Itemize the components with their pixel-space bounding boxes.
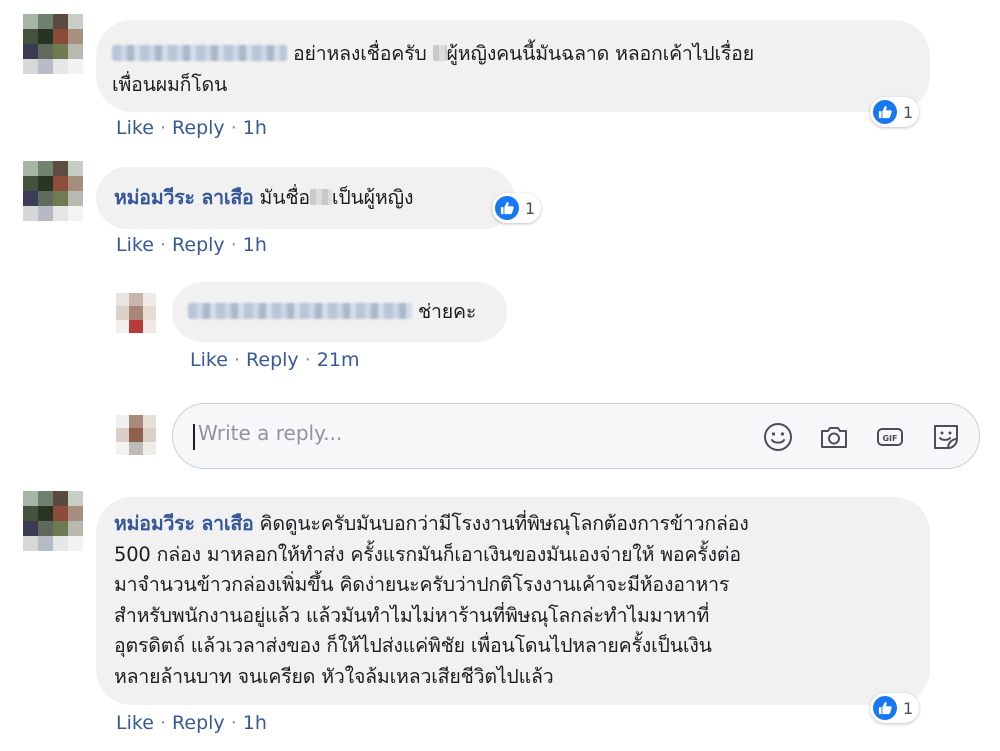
comment-text: เพื่อนผมก็โดน xyxy=(112,73,228,96)
like-link[interactable]: Like xyxy=(190,349,228,371)
like-reaction-icon xyxy=(495,196,519,220)
comment-text: มันชื่อ xyxy=(259,186,311,209)
comment-actions: Like · Reply · 21m xyxy=(190,349,360,371)
comment-actions: Like · Reply · 1h xyxy=(116,117,267,139)
comment-bubble: หม่อมวีระ ลาเสือ คิดดูนะครับมันบอกว่ามีโ… xyxy=(96,497,930,705)
redacted-author-name xyxy=(188,302,412,319)
text-cursor xyxy=(193,424,195,450)
like-link[interactable]: Like xyxy=(116,234,154,256)
like-link[interactable]: Like xyxy=(116,117,154,139)
avatar[interactable] xyxy=(23,161,83,221)
reply-placeholder: Write a reply... xyxy=(198,421,343,445)
avatar[interactable] xyxy=(23,14,83,74)
redacted-author-name xyxy=(112,44,287,61)
comment-actions: Like · Reply · 1h xyxy=(116,234,267,256)
gif-icon[interactable]: GIF xyxy=(873,420,907,454)
reaction-count[interactable]: 1 xyxy=(492,193,542,223)
reply-text: ช่ายคะ xyxy=(418,300,477,323)
avatar[interactable] xyxy=(23,491,83,551)
comment-text: เป็นผู้หญิง xyxy=(331,186,414,209)
comment-text-line: อุตรดิตถ์ แล้วเวลาส่งของ ก็ให้ไปส่งแค่พิ… xyxy=(114,634,712,657)
comment-text-line: มาจำนวนข้าวกล่องเพิ่มขึ้น คิดง่ายนะครับว… xyxy=(114,573,730,596)
camera-icon[interactable] xyxy=(817,420,851,454)
comment-text-line: สำหรับพนักงานอยู่แล้ว แล้วมันทำไมไม่หาร้… xyxy=(114,603,710,627)
author-name[interactable]: หม่อมวีระ ลาเสือ xyxy=(114,186,254,209)
comment-text-line: คิดดูนะครับมันบอกว่ามีโรงงานที่พิษณุโลกต… xyxy=(259,512,749,535)
comment-bubble: อย่าหลงเชื่อครับ ผู้หญิงคนนี้มันฉลาด หลอ… xyxy=(96,20,930,112)
comment-text: ผู้หญิงคนนี้มันฉลาด หลอกเค้าไปเรื่อย xyxy=(446,42,755,65)
reaction-count-label: 1 xyxy=(903,102,914,122)
reaction-count-label: 1 xyxy=(525,198,536,218)
timestamp[interactable]: 1h xyxy=(243,234,267,256)
author-name[interactable]: หม่อมวีระ ลาเสือ xyxy=(114,512,254,535)
reply-link[interactable]: Reply xyxy=(172,117,225,139)
comment-actions: Like · Reply · 1h xyxy=(116,712,267,734)
avatar xyxy=(116,415,156,455)
like-reaction-icon xyxy=(873,100,897,124)
reaction-count[interactable]: 1 xyxy=(870,97,920,127)
reply-link[interactable]: Reply xyxy=(172,234,225,256)
like-reaction-icon xyxy=(873,696,897,720)
redacted-name xyxy=(432,44,447,61)
comment-bubble: หม่อมวีระ ลาเสือ มันชื่อ เป็นผู้หญิง xyxy=(96,167,514,229)
timestamp[interactable]: 1h xyxy=(243,117,267,139)
redacted-name xyxy=(309,188,332,205)
timestamp[interactable]: 1h xyxy=(243,712,267,734)
like-link[interactable]: Like xyxy=(116,712,154,734)
emoji-icon[interactable] xyxy=(761,420,795,454)
svg-text:GIF: GIF xyxy=(882,434,897,443)
reply-bubble: ช่ายคะ xyxy=(172,282,507,342)
sticker-icon[interactable] xyxy=(929,420,963,454)
avatar[interactable] xyxy=(116,293,156,333)
reaction-count-label: 1 xyxy=(903,698,914,718)
reply-input[interactable]: Write a reply... GIF xyxy=(172,403,980,469)
timestamp[interactable]: 21m xyxy=(317,349,360,371)
reply-link[interactable]: Reply xyxy=(172,712,225,734)
reaction-count[interactable]: 1 xyxy=(870,693,920,723)
reply-link[interactable]: Reply xyxy=(246,349,299,371)
comment-text: อย่าหลงเชื่อครับ xyxy=(293,42,427,65)
comment-text-line: หลายล้านบาท จนเครียด หัวใจล้มเหลวเสียชีว… xyxy=(114,664,554,688)
comment-text-line: 500 กล่อง มาหลอกให้ทำส่ง ครั้งแรกมันก็เอ… xyxy=(114,542,741,566)
